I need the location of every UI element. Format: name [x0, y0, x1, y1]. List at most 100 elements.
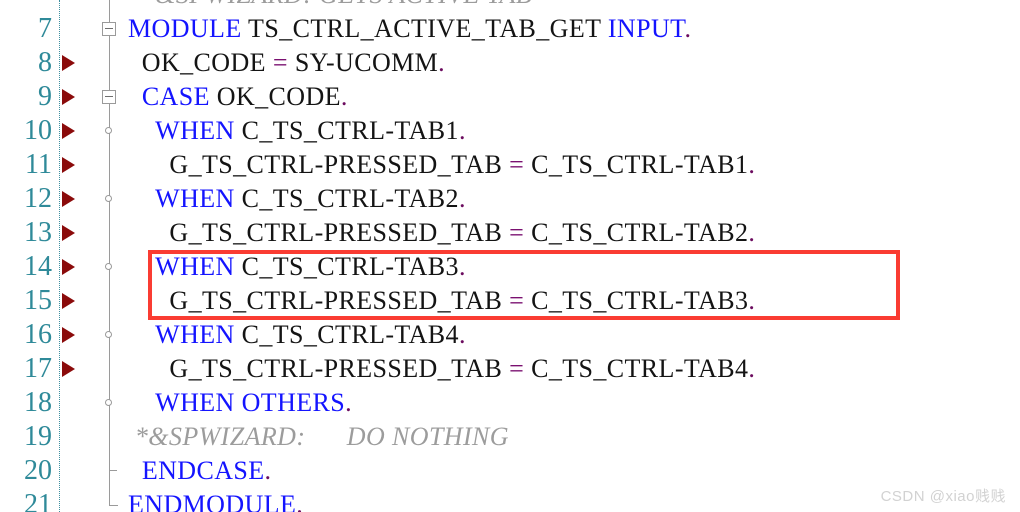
line-number: 15: [24, 285, 52, 316]
token-punct: .: [748, 286, 756, 315]
token-punct: .: [296, 490, 304, 512]
line-number: 18: [24, 387, 52, 418]
fold-column[interactable]: [96, 454, 124, 488]
code-line[interactable]: 7 MODULE TS_CTRL_ACTIVE_TAB_GET INPUT.: [0, 12, 1020, 46]
bookmark-triangle-icon[interactable]: [62, 55, 75, 71]
code-line-text[interactable]: OK_CODE = SY-UCOMM.: [128, 46, 445, 80]
line-number: 10: [24, 115, 52, 146]
fold-column[interactable]: [96, 216, 124, 250]
code-line[interactable]: 13 G_TS_CTRL-PRESSED_TAB = C_TS_CTRL-TAB…: [0, 216, 1020, 250]
fold-column[interactable]: [96, 284, 124, 318]
bookmark-triangle-icon[interactable]: [62, 361, 75, 377]
line-number: 11: [25, 149, 52, 180]
fold-column[interactable]: [96, 114, 124, 148]
gutter-separator: [59, 0, 60, 512]
fold-column[interactable]: [96, 386, 124, 420]
token-punct: .: [458, 116, 466, 145]
line-number: 12: [24, 183, 52, 214]
code-line-text[interactable]: WHEN C_TS_CTRL-TAB2.: [128, 182, 466, 216]
code-line[interactable]: *&SPWIZARD: GETS ACTIVE TAB: [0, 0, 1020, 12]
fold-column[interactable]: [96, 488, 124, 512]
code-line-text[interactable]: WHEN C_TS_CTRL-TAB4.: [128, 318, 466, 352]
code-line[interactable]: 16 WHEN C_TS_CTRL-TAB4.: [0, 318, 1020, 352]
fold-column[interactable]: [96, 318, 124, 352]
fold-guide-line: [109, 148, 110, 182]
token-identifier: [128, 388, 155, 417]
fold-end-tick-icon: [109, 454, 117, 488]
fold-column[interactable]: [96, 80, 124, 114]
token-operator: =: [509, 354, 525, 383]
code-line[interactable]: 18 WHEN OTHERS.: [0, 386, 1020, 420]
token-punct: .: [458, 184, 466, 213]
fold-branch-icon[interactable]: [105, 127, 112, 134]
code-line[interactable]: 12 WHEN C_TS_CTRL-TAB2.: [0, 182, 1020, 216]
fold-column[interactable]: [96, 46, 124, 80]
bookmark-triangle-icon[interactable]: [62, 293, 75, 309]
code-line[interactable]: 21 ENDMODULE.: [0, 488, 1020, 512]
code-line[interactable]: 20 ENDCASE.: [0, 454, 1020, 488]
code-line-text[interactable]: ENDMODULE.: [128, 488, 303, 512]
bookmark-triangle-icon[interactable]: [62, 191, 75, 207]
token-operator: =: [272, 48, 288, 77]
code-line[interactable]: 15 G_TS_CTRL-PRESSED_TAB = C_TS_CTRL-TAB…: [0, 284, 1020, 318]
bookmark-triangle-icon[interactable]: [62, 157, 75, 173]
token-identifier: OK_CODE: [128, 48, 273, 77]
token-identifier: [128, 252, 155, 281]
fold-column[interactable]: [96, 182, 124, 216]
code-line-text[interactable]: G_TS_CTRL-PRESSED_TAB = C_TS_CTRL-TAB4.: [128, 352, 755, 386]
token-keyword: WHEN OTHERS: [155, 388, 346, 417]
token-keyword: CASE: [141, 82, 210, 111]
fold-collapse-icon[interactable]: [102, 90, 116, 104]
fold-column[interactable]: [96, 352, 124, 386]
token-identifier: G_TS_CTRL-PRESSED_TAB: [128, 354, 510, 383]
code-line[interactable]: 10 WHEN C_TS_CTRL-TAB1.: [0, 114, 1020, 148]
line-number: 17: [24, 353, 52, 384]
token-identifier: [128, 116, 155, 145]
token-keyword: ENDMODULE: [128, 490, 297, 512]
code-line-text[interactable]: WHEN C_TS_CTRL-TAB3.: [128, 250, 466, 284]
fold-branch-icon[interactable]: [105, 399, 112, 406]
token-keyword: WHEN: [155, 320, 235, 349]
code-line[interactable]: 11 G_TS_CTRL-PRESSED_TAB = C_TS_CTRL-TAB…: [0, 148, 1020, 182]
line-number: 16: [24, 319, 52, 350]
bookmark-triangle-icon[interactable]: [62, 123, 75, 139]
code-line-text[interactable]: ENDCASE.: [128, 454, 271, 488]
bookmark-triangle-icon[interactable]: [62, 89, 75, 105]
fold-branch-icon[interactable]: [105, 331, 112, 338]
bookmark-triangle-icon[interactable]: [62, 327, 75, 343]
bookmark-triangle-icon[interactable]: [62, 259, 75, 275]
code-line[interactable]: 17 G_TS_CTRL-PRESSED_TAB = C_TS_CTRL-TAB…: [0, 352, 1020, 386]
code-line[interactable]: 8 OK_CODE = SY-UCOMM.: [0, 46, 1020, 80]
token-punct: .: [684, 14, 692, 43]
code-editor-viewport[interactable]: *&SPWIZARD: GETS ACTIVE TAB 7 MODULE TS_CT…: [0, 0, 1020, 512]
line-number: 20: [24, 455, 52, 486]
code-line-text[interactable]: *&SPWIZARD: GETS ACTIVE TAB: [128, 0, 532, 12]
code-line-text[interactable]: *&SPWIZARD: DO NOTHING: [128, 420, 509, 454]
code-line-text[interactable]: CASE OK_CODE.: [128, 80, 348, 114]
code-line[interactable]: 19 *&SPWIZARD: DO NOTHING: [0, 420, 1020, 454]
fold-branch-icon[interactable]: [105, 195, 112, 202]
fold-column[interactable]: [96, 12, 124, 46]
token-punct: .: [438, 48, 446, 77]
token-identifier: G_TS_CTRL-PRESSED_TAB: [128, 150, 510, 179]
fold-guide-line: [109, 352, 110, 386]
fold-column[interactable]: [96, 148, 124, 182]
code-line[interactable]: 9 CASE OK_CODE.: [0, 80, 1020, 114]
fold-column[interactable]: [96, 250, 124, 284]
code-line-text[interactable]: G_TS_CTRL-PRESSED_TAB = C_TS_CTRL-TAB2.: [128, 216, 755, 250]
code-line[interactable]: 14 WHEN C_TS_CTRL-TAB3.: [0, 250, 1020, 284]
fold-column[interactable]: [96, 420, 124, 454]
fold-collapse-icon[interactable]: [102, 22, 116, 36]
code-line-text[interactable]: G_TS_CTRL-PRESSED_TAB = C_TS_CTRL-TAB1.: [128, 148, 755, 182]
bookmark-triangle-icon[interactable]: [62, 225, 75, 241]
code-line-text[interactable]: MODULE TS_CTRL_ACTIVE_TAB_GET INPUT.: [128, 12, 691, 46]
fold-branch-icon[interactable]: [105, 263, 112, 270]
token-identifier: G_TS_CTRL-PRESSED_TAB: [128, 218, 510, 247]
fold-guide-line: [109, 46, 110, 80]
code-line-text[interactable]: WHEN C_TS_CTRL-TAB1.: [128, 114, 466, 148]
fold-column[interactable]: [96, 0, 124, 12]
code-line-text[interactable]: G_TS_CTRL-PRESSED_TAB = C_TS_CTRL-TAB3.: [128, 284, 755, 318]
token-keyword: INPUT: [607, 14, 685, 43]
code-line-text[interactable]: WHEN OTHERS.: [128, 386, 352, 420]
token-punct: .: [748, 218, 756, 247]
